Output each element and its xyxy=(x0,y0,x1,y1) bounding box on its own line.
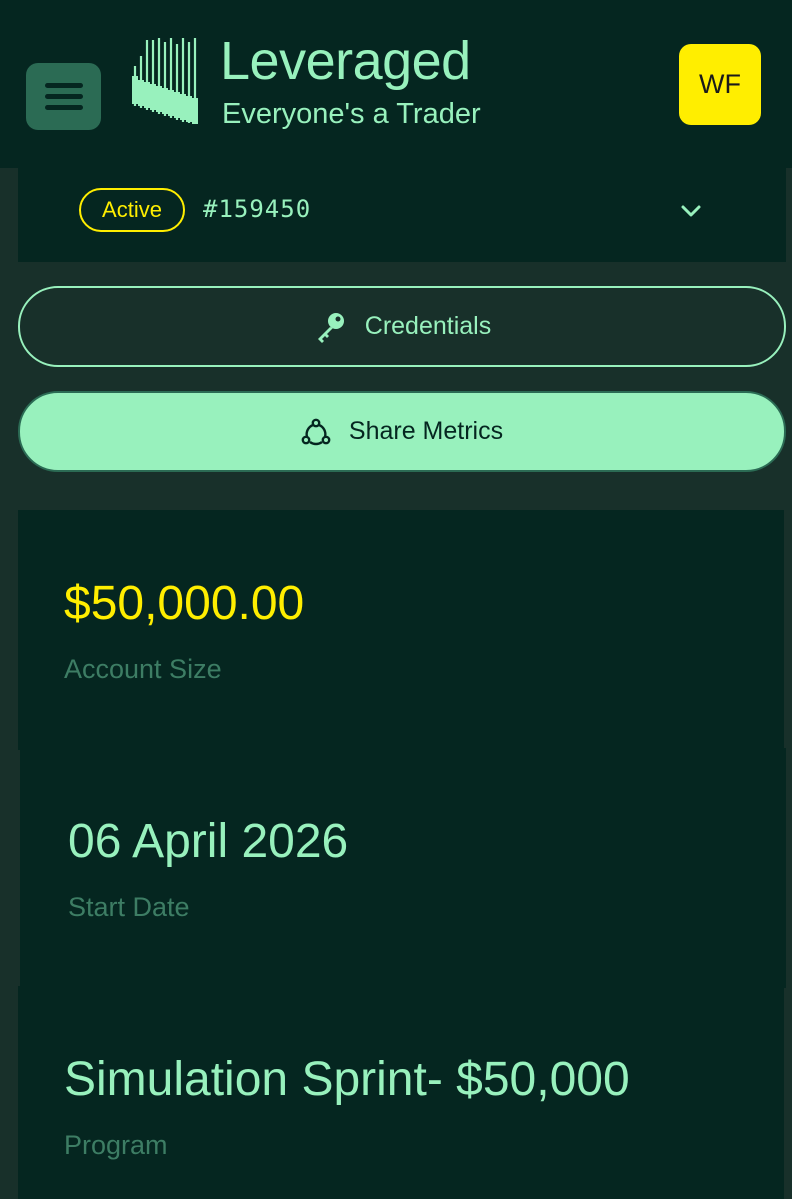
chevron-down-icon[interactable] xyxy=(679,203,703,219)
account-size-value: $50,000.00 xyxy=(64,577,305,630)
share-metrics-label: Share Metrics xyxy=(348,417,504,445)
start-date-label: Start Date xyxy=(68,892,190,922)
user-avatar[interactable]: WF xyxy=(679,44,761,125)
account-size-label: Account Size xyxy=(64,654,222,684)
program-card: Simulation Sprint- $50,000 Program xyxy=(18,986,784,1199)
account-selector[interactable]: Active #159450 xyxy=(18,168,786,262)
credentials-label: Credentials xyxy=(364,312,492,340)
program-value: Simulation Sprint- $50,000 xyxy=(64,1053,630,1106)
menu-button[interactable] xyxy=(26,63,101,130)
account-id: #159450 xyxy=(203,195,312,223)
brand-name: Leveraged xyxy=(220,31,471,91)
leveraged-logo-icon xyxy=(132,38,198,124)
share-metrics-button[interactable]: Share Metrics xyxy=(18,391,786,472)
credentials-button[interactable]: Credentials xyxy=(18,286,786,367)
program-label: Program xyxy=(64,1130,168,1160)
share-network-icon xyxy=(301,418,331,445)
account-size-card: $50,000.00 Account Size xyxy=(18,510,784,750)
hamburger-menu-icon xyxy=(44,82,83,111)
brand-tagline: Everyone's a Trader xyxy=(222,98,481,130)
app-header: Leveraged Everyone's a Trader WF xyxy=(0,0,792,168)
key-icon xyxy=(317,312,344,343)
status-badge: Active xyxy=(79,188,185,232)
start-date-card: 06 April 2026 Start Date xyxy=(20,748,786,988)
start-date-value: 06 April 2026 xyxy=(68,815,349,868)
